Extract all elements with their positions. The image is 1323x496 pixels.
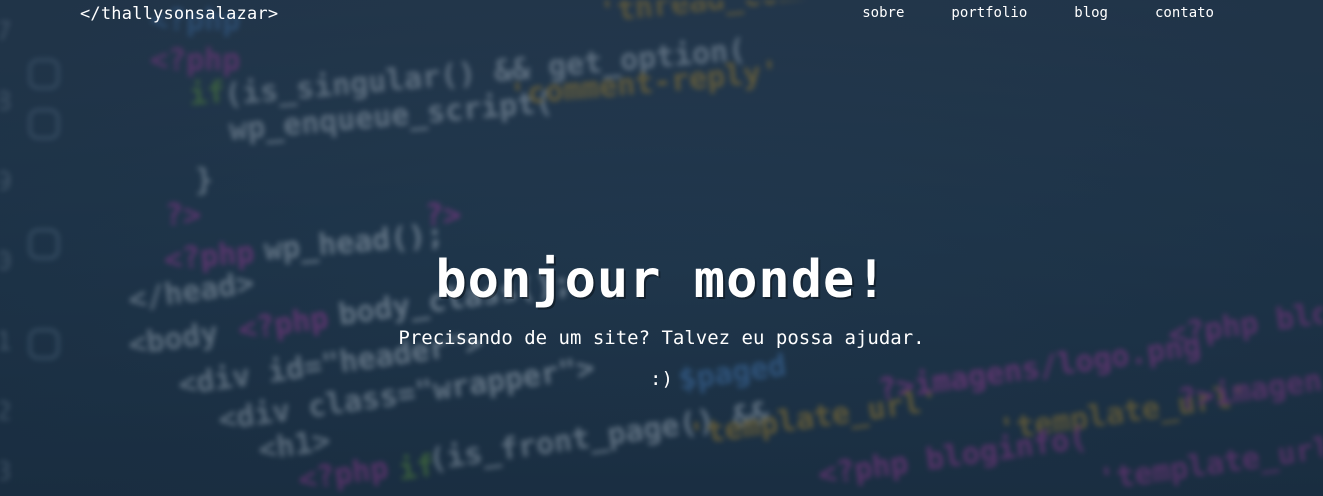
svg-text:(is_front_page() &&: (is_front_page() && (426, 395, 772, 478)
svg-text:<?php bloginfo(: <?php bloginfo( (816, 421, 1089, 493)
svg-text:<?php: <?php (150, 43, 240, 78)
main-nav: sobre portfolio blog contato (815, 5, 1214, 21)
svg-text:'comment-reply': 'comment-reply' (508, 54, 781, 112)
svg-text:if: if (188, 75, 227, 113)
svg-text:}: } (195, 163, 213, 198)
svg-text:<?php: <?php (296, 451, 390, 496)
nav-link-portfolio[interactable]: portfolio (951, 5, 1027, 21)
hero-section: 7 8 9 0 1 2 3 <?php 'thread_comments' <?… (0, 0, 1323, 496)
hero-smiley: :) (650, 368, 673, 390)
svg-text:?>: ?> (425, 198, 461, 233)
svg-text:7: 7 (0, 17, 12, 47)
hero-title: bonjour monde! (435, 250, 888, 310)
code-background-image: 7 8 9 0 1 2 3 <?php 'thread_comments' <?… (0, 0, 1323, 496)
svg-text:wp_enqueue_script(: wp_enqueue_script( (228, 85, 555, 148)
hero-subtitle: Precisando de um site? Talvez eu possa a… (398, 327, 925, 349)
nav-link-sobre[interactable]: sobre (862, 5, 904, 21)
site-logo-link[interactable]: </thallysonsalazar> (80, 4, 278, 24)
svg-text:8: 8 (0, 87, 12, 117)
background-overlay (0, 0, 1323, 496)
svg-text:(is_singular() && get_option(: (is_singular() && get_option( (223, 32, 748, 113)
svg-text:<h1>: <h1> (256, 423, 332, 468)
svg-text:if: if (396, 448, 437, 488)
nav-link-contato[interactable]: contato (1155, 5, 1214, 21)
svg-text:?>: ?> (165, 198, 201, 233)
svg-text:3: 3 (0, 457, 12, 487)
svg-text:9: 9 (0, 167, 12, 197)
svg-text:<div class="wrapper">: <div class="wrapper"> (216, 350, 596, 437)
svg-text:'template_url': 'template_url' (686, 383, 941, 453)
svg-text:'template_url': 'template_url' (1096, 428, 1323, 496)
nav-link-blog[interactable]: blog (1074, 5, 1108, 21)
svg-text:2: 2 (0, 397, 12, 427)
